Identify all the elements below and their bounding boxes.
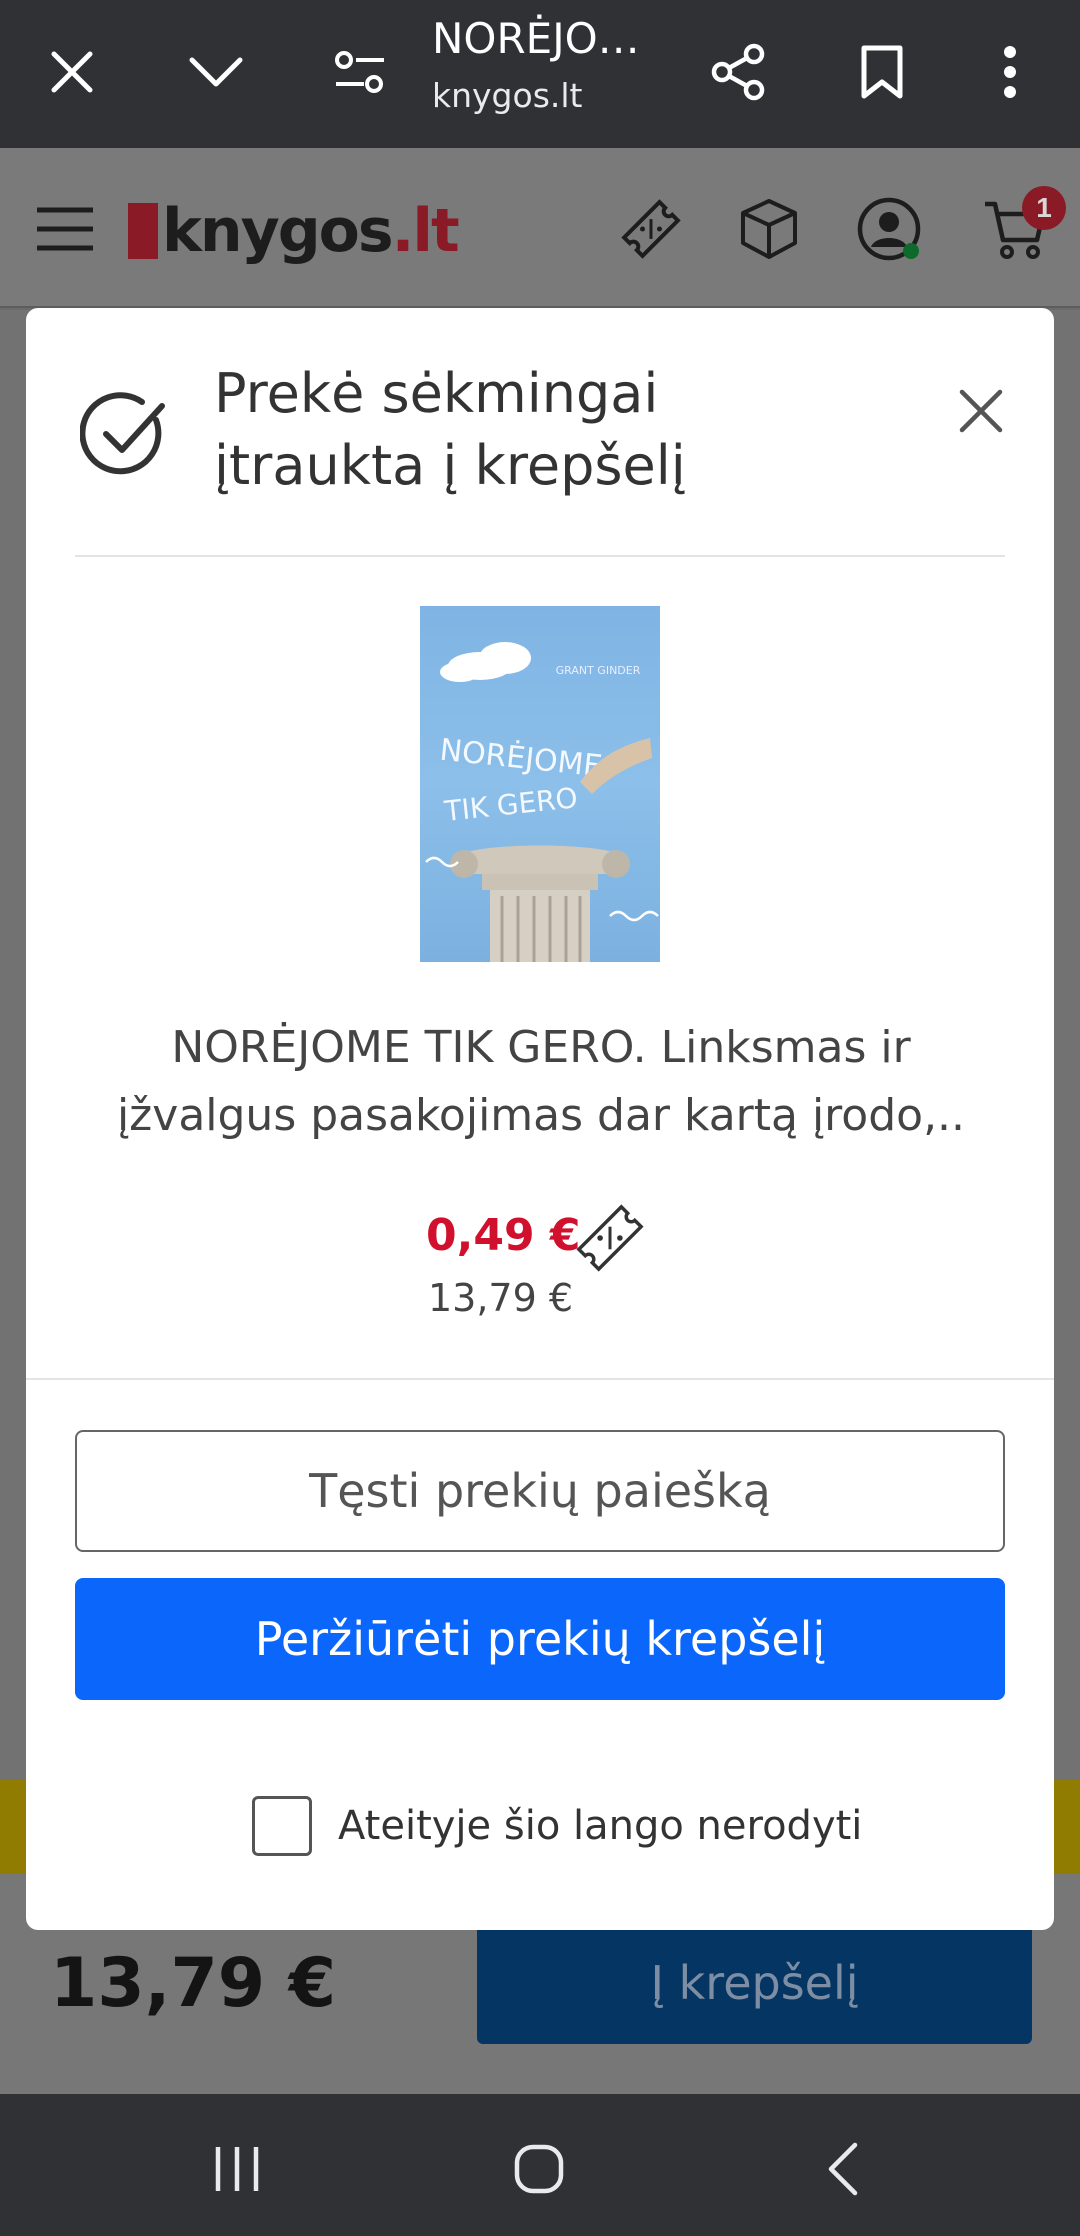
dont-show-again-option[interactable]: Ateityje šio lango nerodyti	[252, 1796, 862, 1856]
share-icon[interactable]	[690, 24, 786, 120]
close-icon[interactable]	[24, 24, 120, 120]
book-cover-image[interactable]: GRANT GINDER NORĖJOME TIK GERO	[420, 606, 660, 962]
close-modal-button[interactable]	[946, 376, 1016, 446]
logo-text: knygos	[162, 196, 394, 266]
product-title[interactable]: NORĖJOME TIK GERO. Linksmas ir įžvalgus …	[116, 1014, 966, 1150]
cover-author: GRANT GINDER	[556, 664, 641, 677]
coupon-icon[interactable]	[606, 184, 696, 274]
view-cart-button[interactable]: Peržiūrėti prekių krepšelį	[75, 1578, 1005, 1700]
account-icon[interactable]	[844, 184, 934, 274]
background-price: 13,79 €	[50, 1944, 337, 2023]
package-icon[interactable]	[724, 184, 814, 274]
logo-tld: .lt	[391, 196, 460, 266]
recent-apps-icon[interactable]	[192, 2124, 282, 2214]
divider	[26, 1378, 1054, 1380]
bookmark-icon[interactable]	[834, 24, 930, 120]
cover-title-line2: TIK GERO	[442, 781, 579, 828]
added-to-cart-modal: Prekė sėkmingai įtraukta į krepšelį GRAN…	[26, 308, 1054, 1930]
site-header: knygos.lt 1	[0, 148, 1080, 308]
browser-toolbar: NORĖJO… knygos.lt	[0, 0, 1080, 148]
check-circle-icon	[80, 392, 165, 475]
regular-price: 13,79 €	[428, 1276, 574, 1320]
logo-flag-icon	[128, 203, 158, 259]
chevron-down-icon[interactable]	[168, 24, 264, 120]
page-settings-icon[interactable]	[312, 24, 408, 120]
coupon-icon	[576, 1204, 644, 1272]
home-icon[interactable]	[494, 2124, 584, 2214]
close-icon	[959, 389, 1003, 433]
add-to-cart-button[interactable]: Į krepšelį	[477, 1922, 1032, 2044]
modal-title: Prekė sėkmingai įtraukta į krepšelį	[214, 362, 686, 497]
sale-price: 0,49 €	[426, 1210, 581, 1261]
browser-page-title[interactable]: NORĖJO…	[432, 14, 640, 63]
site-logo[interactable]: knygos.lt	[128, 186, 460, 276]
cover-title-line1: NORĖJOME	[438, 732, 604, 785]
modal-header: Prekė sėkmingai įtraukta į krepšelį	[26, 308, 1054, 556]
cart-icon[interactable]: 1	[966, 184, 1066, 274]
more-vert-icon[interactable]	[962, 24, 1058, 120]
divider	[75, 555, 1005, 557]
browser-url[interactable]: knygos.lt	[432, 76, 582, 115]
menu-icon[interactable]	[20, 184, 110, 274]
dont-show-checkbox[interactable]	[252, 1796, 312, 1856]
continue-shopping-button[interactable]: Tęsti prekių paiešką	[75, 1430, 1005, 1552]
system-nav-bar	[0, 2094, 1080, 2236]
dont-show-label: Ateityje šio lango nerodyti	[338, 1803, 863, 1849]
back-icon[interactable]	[798, 2124, 888, 2214]
cart-count-badge: 1	[1022, 186, 1066, 230]
price-row: 0,49 €	[26, 1198, 1054, 1288]
